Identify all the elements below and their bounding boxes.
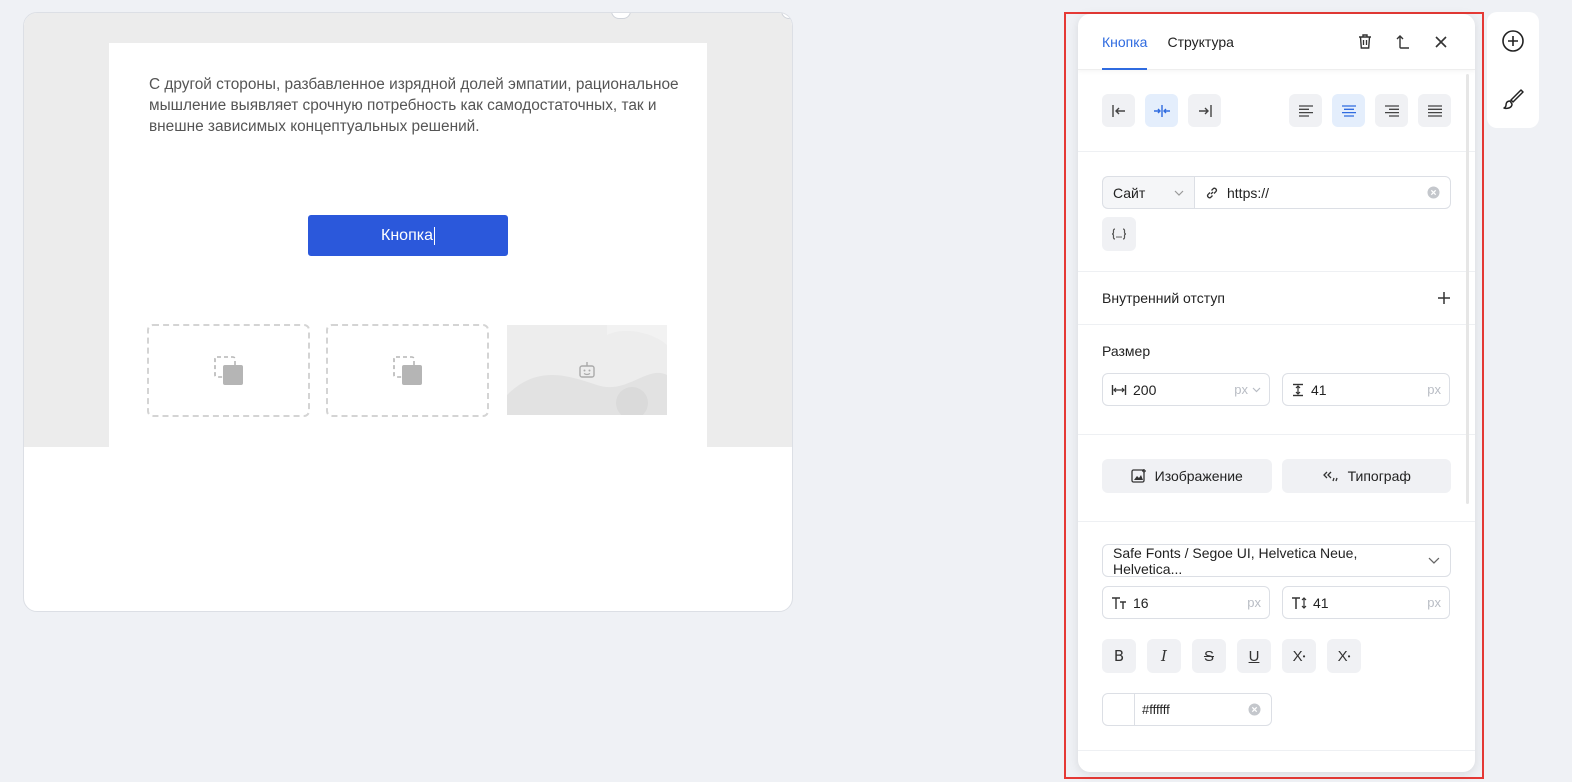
align-left-button[interactable] — [1102, 94, 1135, 127]
url-input[interactable]: https:// — [1194, 176, 1451, 209]
link-icon — [1206, 187, 1218, 198]
tab-button[interactable]: Кнопка — [1102, 14, 1148, 70]
tool-column — [1487, 12, 1539, 128]
strikethrough-icon: S — [1203, 647, 1214, 665]
line-height-value: 41 — [1313, 594, 1329, 611]
font-section: Safe Fonts / Segoe UI, Helvetica Neue, H… — [1078, 544, 1475, 751]
style-button[interactable] — [1500, 86, 1526, 112]
size-title: Размер — [1102, 343, 1151, 359]
font-size-unit: px — [1247, 595, 1261, 610]
padding-label: Внутренний отступ — [1102, 290, 1225, 306]
image-button-label: Изображение — [1154, 468, 1243, 484]
tab-structure[interactable]: Структура — [1167, 14, 1233, 70]
url-value: https:// — [1227, 184, 1270, 201]
font-size-input[interactable]: 16 px — [1102, 586, 1270, 619]
text-align-right-icon — [1384, 104, 1399, 117]
link-type-select[interactable]: Сайт — [1102, 176, 1194, 209]
height-icon — [1293, 383, 1303, 396]
chevron-down-icon — [1252, 387, 1261, 392]
email-button-label[interactable]: Кнопка — [381, 227, 433, 245]
align-left-icon — [1111, 104, 1125, 117]
width-value: 200 — [1133, 381, 1157, 398]
clear-icon[interactable] — [1427, 186, 1440, 199]
width-input[interactable]: 200 px — [1102, 373, 1270, 406]
bold-button[interactable]: B — [1102, 639, 1136, 673]
text-align-left-icon — [1298, 104, 1313, 117]
bold-icon: B — [1113, 647, 1125, 665]
text-align-center-button[interactable] — [1332, 94, 1365, 127]
font-family-select[interactable]: Safe Fonts / Segoe UI, Helvetica Neue, H… — [1102, 544, 1451, 577]
size-section: Размер 200 px 41 px — [1078, 325, 1475, 435]
plus-circle-icon — [1502, 30, 1524, 52]
italic-icon: I — [1161, 647, 1167, 665]
email-button[interactable]: Кнопка — [308, 215, 508, 256]
link-type-value: Сайт — [1113, 184, 1146, 201]
color-value: #ffffff — [1142, 702, 1170, 717]
underline-button[interactable]: U — [1237, 639, 1271, 673]
chevron-down-icon — [1428, 557, 1440, 564]
align-center-button[interactable] — [1145, 94, 1178, 127]
tools-section: Изображение Типограф — [1078, 435, 1475, 522]
height-value: 41 — [1311, 381, 1327, 398]
robot-icon — [579, 362, 595, 378]
add-block-button[interactable] — [1500, 28, 1526, 54]
plus-icon[interactable] — [1437, 291, 1451, 305]
strikethrough-button[interactable]: S — [1192, 639, 1226, 673]
variables-button[interactable] — [1102, 217, 1136, 251]
clear-icon[interactable] — [1248, 703, 1261, 716]
font-size-icon — [1112, 596, 1126, 609]
width-unit[interactable]: px — [1234, 382, 1248, 397]
line-height-unit: px — [1427, 595, 1441, 610]
typograph-button-label: Типограф — [1347, 468, 1411, 484]
font-size-value: 16 — [1133, 594, 1149, 611]
image-placeholder-icon — [392, 355, 422, 385]
image-block[interactable] — [507, 325, 667, 415]
curly-braces-icon — [1111, 228, 1127, 240]
close-icon[interactable] — [1431, 32, 1451, 52]
superscript-icon: X — [1292, 647, 1303, 665]
align-right-icon — [1198, 104, 1212, 117]
text-align-center-icon — [1341, 104, 1356, 117]
color-swatch[interactable] — [1103, 694, 1135, 725]
underline-icon: U — [1248, 647, 1260, 665]
email-canvas: С другой стороны, разбавленное изрядной … — [23, 12, 793, 612]
settings-panel: Кнопка Структура Сайт https:// Внутренни… — [1078, 14, 1475, 772]
panel-header: Кнопка Структура — [1078, 14, 1475, 70]
text-align-right-button[interactable] — [1375, 94, 1408, 127]
panel-scrollbar[interactable] — [1466, 74, 1469, 504]
text-align-justify-icon — [1427, 104, 1442, 117]
superscript-button[interactable]: X • — [1282, 639, 1316, 673]
align-center-icon — [1153, 104, 1170, 117]
brush-icon — [1503, 89, 1524, 110]
image-button[interactable]: Изображение — [1102, 459, 1272, 493]
line-height-input[interactable]: 41 px — [1282, 586, 1450, 619]
height-unit: px — [1427, 382, 1441, 397]
trash-icon[interactable] — [1355, 32, 1375, 52]
subscript-icon: X — [1337, 647, 1348, 665]
padding-section: Внутренний отступ — [1078, 272, 1475, 325]
email-body: С другой стороны, разбавленное изрядной … — [109, 43, 707, 447]
chevron-down-icon — [1174, 190, 1184, 196]
paragraph-text[interactable]: С другой стороны, разбавленное изрядной … — [149, 74, 679, 137]
up-level-icon[interactable] — [1393, 32, 1413, 52]
image-placeholder[interactable] — [147, 324, 310, 417]
text-color-input[interactable]: #ffffff — [1102, 693, 1272, 726]
typograph-button[interactable]: Типограф — [1281, 459, 1451, 493]
italic-button[interactable]: I — [1147, 639, 1181, 673]
text-caret — [433, 226, 435, 245]
quotes-icon — [1322, 471, 1338, 482]
add-image-icon — [1130, 469, 1146, 483]
image-placeholder-icon — [213, 355, 243, 385]
text-align-left-button[interactable] — [1289, 94, 1322, 127]
width-icon — [1111, 384, 1127, 395]
font-family-value: Safe Fonts / Segoe UI, Helvetica Neue, H… — [1113, 544, 1358, 577]
alignment-section — [1078, 70, 1475, 152]
subscript-button[interactable]: X • — [1327, 639, 1361, 673]
align-right-button[interactable] — [1188, 94, 1221, 127]
image-placeholder[interactable] — [326, 324, 489, 417]
height-input[interactable]: 41 px — [1282, 373, 1450, 406]
text-align-justify-button[interactable] — [1418, 94, 1451, 127]
line-height-icon — [1292, 596, 1307, 609]
link-section: Сайт https:// — [1078, 152, 1475, 272]
